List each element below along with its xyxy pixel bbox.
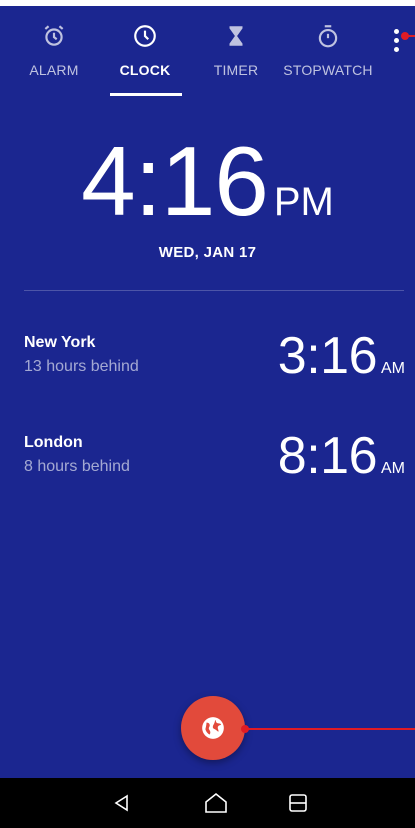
tab-label: TIMER <box>213 62 259 78</box>
recents-button[interactable] <box>280 788 316 818</box>
city-time: 8:16 AM <box>277 427 405 485</box>
world-clock-button[interactable] <box>181 696 245 760</box>
tab-label: CLOCK <box>119 62 171 78</box>
city-name: New York <box>24 334 96 351</box>
stopwatch-icon <box>318 25 338 48</box>
tab-bar: ALARM CLOCK TIMER STOPWATCH <box>0 6 415 96</box>
clock-icon <box>134 25 156 47</box>
city-name: London <box>24 434 83 451</box>
system-navigation-bar <box>0 778 415 828</box>
tab-alarm[interactable]: ALARM <box>22 6 86 90</box>
main-clock: 4:16 PM <box>0 125 415 236</box>
back-button[interactable] <box>104 788 140 818</box>
globe-icon <box>202 717 224 739</box>
tab-label: ALARM <box>29 62 79 78</box>
more-vert-icon <box>393 28 399 34</box>
alarm-clock-icon <box>44 25 64 46</box>
annotation-line <box>245 728 415 730</box>
city-time: 3:16 AM <box>277 327 405 385</box>
tab-timer[interactable]: TIMER <box>206 6 266 90</box>
tab-stopwatch[interactable]: STOPWATCH <box>282 6 374 90</box>
recents-icon <box>289 794 307 812</box>
city-row[interactable]: New York 13 hours behind 3:16 AM <box>0 326 415 396</box>
hourglass-icon <box>229 26 243 46</box>
clock-app-screen: ALARM CLOCK TIMER STOPWATCH 4:16 PM WED,… <box>0 0 415 828</box>
back-triangle-icon <box>114 794 128 812</box>
tab-clock[interactable]: CLOCK <box>112 6 178 90</box>
main-ampm: PM <box>273 180 334 224</box>
home-icon <box>205 792 227 813</box>
annotation-line <box>405 35 415 37</box>
main-date: WED, JAN 17 <box>158 244 257 261</box>
city-offset: 8 hours behind <box>24 458 130 475</box>
active-tab-indicator <box>110 93 182 96</box>
main-time: 4:16 <box>81 126 269 236</box>
city-row[interactable]: London 8 hours behind 8:16 AM <box>0 426 415 496</box>
divider <box>24 290 404 291</box>
city-offset: 13 hours behind <box>24 358 139 375</box>
more-options-button[interactable] <box>384 20 408 60</box>
home-button[interactable] <box>198 788 234 818</box>
tab-label: STOPWATCH <box>283 62 373 78</box>
